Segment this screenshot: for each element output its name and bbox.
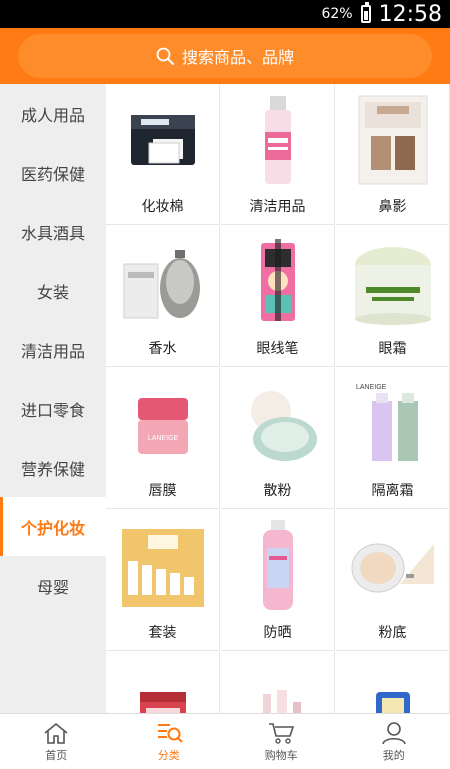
sidebar-item-label: 水具酒具 — [20, 223, 85, 243]
nav-profile[interactable]: 我的 — [338, 714, 450, 769]
lip-mask-brand: LANEIGE — [148, 435, 179, 442]
product-label: 粉底 — [378, 625, 407, 641]
search-icon — [156, 47, 174, 65]
cotton-pads-icon — [116, 90, 210, 190]
search-placeholder: 搜索商品、品牌 — [181, 48, 294, 67]
product-cell[interactable]: 眼霜 — [336, 226, 450, 367]
lipstick-icon — [231, 658, 325, 713]
profile-icon — [381, 721, 406, 744]
product-cell[interactable]: 套装 — [106, 510, 220, 651]
clock: 12:58 — [378, 1, 442, 27]
product-label: 清洁用品 — [249, 199, 306, 215]
nose-shadow-icon — [346, 90, 440, 190]
product-cell[interactable]: LANEIGE 隔离霜 — [336, 368, 450, 509]
nav-cart-label: 购物车 — [264, 748, 298, 762]
sidebar-item-imported-snacks[interactable]: 进口零食 — [0, 379, 106, 438]
nav-category[interactable]: 分类 — [113, 714, 226, 769]
bottom-nav: 首页 分类 购物车 我的 — [0, 713, 450, 769]
cleanser-bottle-icon — [231, 90, 325, 190]
sidebar-item-mother-baby[interactable]: 母婴 — [0, 556, 106, 615]
sidebar-item-personal-care[interactable]: 个护化妆 — [0, 497, 106, 556]
product-cell[interactable]: 散粉 — [221, 368, 335, 509]
product-label: 眼线笔 — [256, 341, 299, 357]
header: 搜索商品、品牌 — [0, 28, 450, 84]
blue-tube-icon — [346, 658, 440, 713]
nav-home[interactable]: 首页 — [0, 714, 113, 769]
battery-fill — [363, 11, 368, 20]
product-cell[interactable]: 粉底 — [336, 510, 450, 651]
product-cell[interactable] — [106, 652, 220, 713]
product-cell[interactable]: 清洁用品 — [221, 84, 335, 225]
product-cell[interactable]: 化妆棉 — [106, 84, 220, 225]
sidebar-item-label: 营养保健 — [20, 459, 85, 479]
sidebar-item-cleaning[interactable]: 清洁用品 — [0, 320, 106, 379]
sidebar-item-label: 个护化妆 — [20, 518, 85, 538]
product-cell[interactable] — [336, 652, 450, 713]
product-label: 化妆棉 — [141, 199, 184, 215]
product-cell[interactable]: 防晒 — [221, 510, 335, 651]
product-label: 唇膜 — [148, 483, 177, 499]
sidebar-item-drinkware[interactable]: 水具酒具 — [0, 202, 106, 261]
product-label: 防晒 — [263, 625, 292, 641]
perfume-icon — [116, 232, 210, 332]
nav-cart[interactable]: 购物车 — [225, 714, 338, 769]
nav-category-label: 分类 — [157, 748, 180, 762]
sidebar-item-label: 医药保健 — [20, 164, 85, 184]
eye-cream-icon — [346, 232, 440, 332]
product-label: 鼻影 — [378, 199, 407, 215]
product-cell[interactable] — [221, 652, 335, 713]
sidebar-item-adult[interactable]: 成人用品 — [0, 84, 106, 143]
product-label: 眼霜 — [378, 341, 407, 357]
eyeliner-icon — [231, 232, 325, 332]
battery-icon — [360, 2, 371, 23]
product-grid: 化妆棉 清洁用品 鼻影 香水 眼线笔 眼霜 LANEIGE 唇膜 散粉 LANE… — [106, 84, 450, 713]
product-cell[interactable]: 香水 — [106, 226, 220, 367]
sidebar-item-label: 进口零食 — [20, 400, 85, 420]
product-label: 套装 — [148, 625, 177, 641]
battery-percentage: 62% — [321, 6, 353, 22]
gift-set-icon — [116, 516, 210, 616]
lip-mask-icon: LANEIGE — [116, 374, 210, 474]
sidebar-item-label: 母婴 — [36, 577, 69, 597]
cart-icon — [269, 722, 295, 744]
status-bar: 62% 12:58 — [0, 0, 450, 28]
nav-home-label: 首页 — [45, 748, 68, 762]
product-cell[interactable]: 鼻影 — [336, 84, 450, 225]
sunscreen-icon — [231, 516, 325, 616]
foundation-icon — [346, 516, 440, 616]
home-icon — [44, 722, 68, 744]
product-cell[interactable]: LANEIGE 唇膜 — [106, 368, 220, 509]
product-label: 散粉 — [263, 483, 292, 499]
primer-icon: LANEIGE — [346, 374, 440, 474]
sidebar-item-label: 清洁用品 — [20, 341, 85, 361]
sidebar-item-label: 成人用品 — [20, 105, 85, 125]
product-label: 香水 — [148, 341, 177, 357]
category-icon — [157, 723, 183, 743]
sidebar-item-label: 女装 — [36, 282, 69, 302]
search-bar[interactable]: 搜索商品、品牌 — [18, 34, 432, 78]
sidebar-item-medicine[interactable]: 医药保健 — [0, 143, 106, 202]
category-sidebar: 成人用品 医药保健 水具酒具 女装 清洁用品 进口零食 营养保健 个护化妆 母婴 — [0, 84, 106, 713]
sidebar-item-nutrition[interactable]: 营养保健 — [0, 438, 106, 497]
loose-powder-icon — [231, 374, 325, 474]
product-cell[interactable]: 眼线笔 — [221, 226, 335, 367]
product-label: 隔离霜 — [371, 483, 414, 499]
status-right: 62% 12:58 — [321, 0, 442, 28]
nav-profile-label: 我的 — [382, 748, 405, 762]
primer-brand: LANEIGE — [356, 384, 387, 391]
mask-jar-icon — [116, 658, 210, 713]
sidebar-item-womens-clothing[interactable]: 女装 — [0, 261, 106, 320]
